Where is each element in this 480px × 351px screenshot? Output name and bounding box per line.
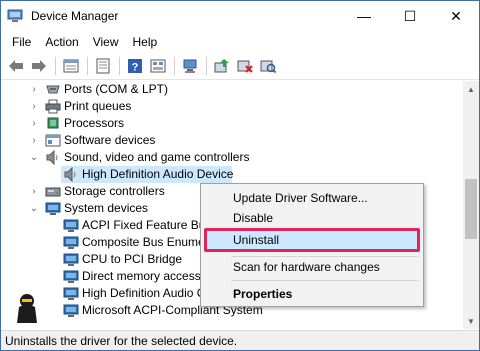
software-device-icon xyxy=(45,134,61,147)
monitor-device-icon xyxy=(63,287,79,300)
toolbar: ? xyxy=(1,52,479,80)
menu-help[interactable]: Help xyxy=(126,35,165,49)
tree-node-sound-video-game[interactable]: ⌄ Sound, video and game controllers xyxy=(1,149,463,166)
monitor-device-icon xyxy=(63,236,79,249)
tree-view-button[interactable] xyxy=(92,55,114,77)
toolbar-separator xyxy=(206,56,207,75)
uninstall-button[interactable] xyxy=(234,55,256,77)
menu-item-scan-hardware[interactable]: Scan for hardware changes xyxy=(201,256,423,278)
chevron-right-icon[interactable]: › xyxy=(29,98,39,115)
tree-node-label: Ports (COM & LPT) xyxy=(64,82,169,96)
scroll-down-button[interactable]: ▼ xyxy=(463,313,479,329)
scroll-up-button[interactable]: ▲ xyxy=(463,81,479,97)
maximize-icon: ☐ xyxy=(403,7,417,24)
menu-view[interactable]: View xyxy=(86,35,126,49)
help-icon: ? xyxy=(128,58,142,73)
monitor-device-icon xyxy=(63,219,79,232)
properties-icon xyxy=(63,59,79,72)
speaker-icon xyxy=(46,150,58,165)
watermark-logo xyxy=(17,294,37,323)
tree-node-processors[interactable]: › Processors xyxy=(1,115,463,132)
resources-button[interactable] xyxy=(147,55,169,77)
printer-icon xyxy=(45,99,61,114)
scrollbar-thumb[interactable] xyxy=(465,179,477,239)
processor-icon xyxy=(47,117,59,129)
tree-node-label: CPU to PCI Bridge xyxy=(82,252,183,266)
title-bar: Device Manager — ☐ ✕ xyxy=(1,1,479,31)
context-menu: Update Driver Software... Disable Uninst… xyxy=(200,183,424,307)
menu-item-label: Properties xyxy=(233,287,293,301)
speaker-icon xyxy=(64,167,76,182)
tree-node-hd-audio-device[interactable]: High Definition Audio Device xyxy=(1,166,463,183)
device-manager-icon xyxy=(7,9,23,22)
maximize-button[interactable]: ☐ xyxy=(387,1,433,31)
menu-item-properties[interactable]: Properties xyxy=(201,283,423,305)
chevron-down-icon[interactable]: ⌄ xyxy=(29,200,39,217)
tree-node-print-queues[interactable]: › Print queues xyxy=(1,98,463,115)
forward-icon xyxy=(32,59,46,72)
tree-icon xyxy=(96,58,110,73)
menu-item-update-driver[interactable]: Update Driver Software... xyxy=(201,187,423,209)
minimize-button[interactable]: — xyxy=(341,1,387,31)
toolbar-separator xyxy=(119,56,120,75)
tree-node-ports[interactable]: › Ports (COM & LPT) xyxy=(1,81,463,98)
monitor-device-icon xyxy=(63,253,79,266)
tree-node-label: High Definition Audio Device xyxy=(82,167,234,181)
menu-separator xyxy=(231,280,419,281)
chevron-right-icon[interactable]: › xyxy=(29,115,39,132)
update-driver-button[interactable] xyxy=(211,55,233,77)
back-button[interactable] xyxy=(5,55,27,77)
vertical-scrollbar[interactable]: ▲ ▼ xyxy=(463,81,479,329)
svg-text:?: ? xyxy=(132,61,139,73)
computer-button[interactable] xyxy=(179,55,201,77)
window-title: Device Manager xyxy=(31,9,119,23)
toolbar-separator xyxy=(174,56,175,75)
chevron-right-icon[interactable]: › xyxy=(29,132,39,149)
minimize-icon: — xyxy=(357,8,371,24)
tree-node-label: Sound, video and game controllers xyxy=(64,150,250,164)
back-icon xyxy=(9,59,23,72)
tree-node-label: System devices xyxy=(64,201,149,215)
resources-icon xyxy=(150,59,166,72)
update-driver-icon xyxy=(214,58,229,72)
status-text: Uninstalls the driver for the selected d… xyxy=(5,333,238,348)
status-bar: Uninstalls the driver for the selected d… xyxy=(1,330,479,350)
device-manager-window: Device Manager — ☐ ✕ File Action View He… xyxy=(0,0,480,351)
tree-node-software-devices[interactable]: › Software devices xyxy=(1,132,463,149)
help-button[interactable]: ? xyxy=(124,55,146,77)
chevron-down-icon: ▼ xyxy=(467,316,475,326)
menu-action[interactable]: Action xyxy=(38,35,85,49)
menu-item-uninstall[interactable]: Uninstall xyxy=(201,229,423,251)
menu-item-label: Uninstall xyxy=(233,233,280,247)
tree-node-label: Software devices xyxy=(64,133,156,147)
chevron-up-icon: ▲ xyxy=(467,84,475,94)
scan-hardware-button[interactable] xyxy=(257,55,279,77)
chevron-right-icon[interactable]: › xyxy=(29,183,39,200)
port-icon xyxy=(46,85,60,94)
tree-node-label: Print queues xyxy=(64,99,132,113)
menu-file[interactable]: File xyxy=(5,35,38,49)
menu-item-disable[interactable]: Disable xyxy=(201,207,423,229)
chevron-right-icon[interactable]: › xyxy=(29,81,39,98)
forward-button[interactable] xyxy=(28,55,50,77)
monitor-device-icon xyxy=(63,270,79,283)
chevron-down-icon[interactable]: ⌄ xyxy=(29,149,39,166)
close-button[interactable]: ✕ xyxy=(433,1,479,31)
menu-item-label: Disable xyxy=(233,211,274,225)
properties-button[interactable] xyxy=(60,55,82,77)
menu-item-label: Scan for hardware changes xyxy=(233,260,380,274)
monitor-device-icon xyxy=(63,304,79,317)
menu-item-label: Update Driver Software... xyxy=(233,191,368,205)
close-icon: ✕ xyxy=(450,7,462,24)
scan-hardware-icon xyxy=(260,60,276,73)
uninstall-icon xyxy=(237,60,253,73)
toolbar-separator xyxy=(55,56,56,75)
computer-icon xyxy=(183,59,197,73)
tree-node-label: Processors xyxy=(64,116,125,130)
toolbar-separator xyxy=(87,56,88,75)
storage-icon xyxy=(45,187,61,197)
menu-bar: File Action View Help xyxy=(1,32,479,52)
tree-node-label: Storage controllers xyxy=(64,184,165,198)
system-device-icon xyxy=(45,202,61,215)
